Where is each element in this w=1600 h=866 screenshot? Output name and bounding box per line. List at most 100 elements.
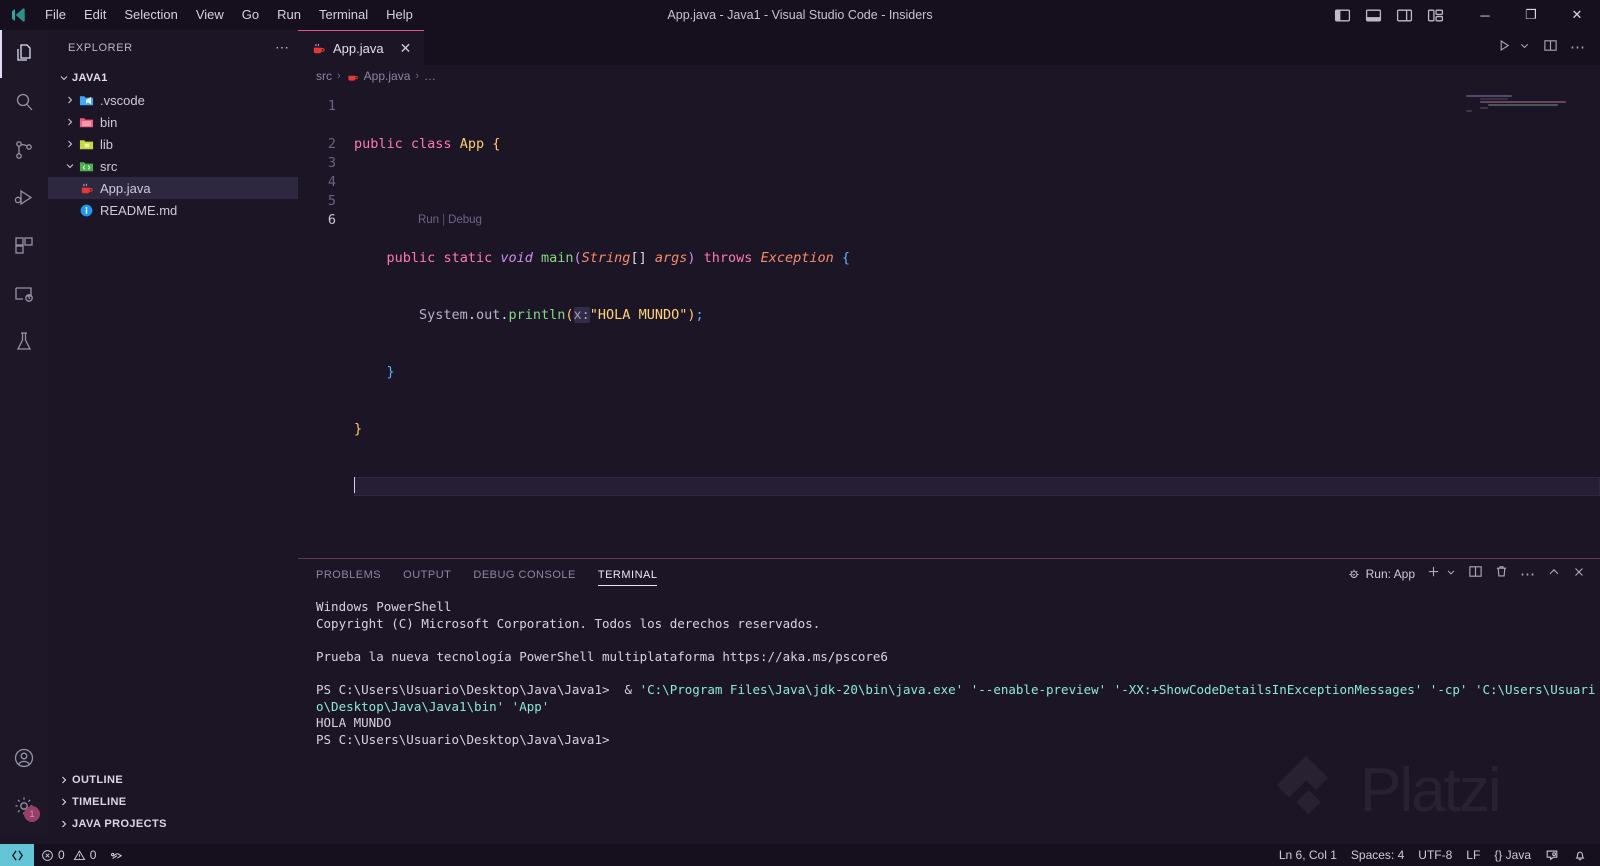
close-button[interactable]: ✕ <box>1554 0 1600 30</box>
file-tree: JAVA1 .vscode bin lib src App.java READM… <box>48 65 298 769</box>
split-editor-icon[interactable] <box>1543 38 1558 58</box>
breadcrumb-symbol[interactable]: … <box>424 69 436 83</box>
chevron-right-icon <box>62 92 78 108</box>
more-actions-icon[interactable]: ⋯ <box>1520 567 1536 582</box>
panel-tab-output[interactable]: OUTPUT <box>403 563 451 586</box>
menu-selection[interactable]: Selection <box>115 3 186 27</box>
terminal-text: Prueba la nueva tecnología PowerShell mu… <box>316 648 888 664</box>
feedback-button[interactable] <box>1538 844 1566 866</box>
chevron-down-icon[interactable] <box>1445 565 1457 583</box>
sidebar-more-actions-icon[interactable]: ⋯ <box>275 39 290 56</box>
language-mode-status[interactable]: {} Java <box>1487 844 1538 866</box>
indentation-status[interactable]: Spaces: 4 <box>1344 844 1411 866</box>
section-label: OUTLINE <box>72 774 124 786</box>
code-token: throws <box>703 250 753 266</box>
split-terminal-icon[interactable] <box>1468 564 1483 584</box>
tab-close-icon[interactable]: ✕ <box>397 39 415 57</box>
more-actions-icon[interactable]: ⋯ <box>1570 40 1586 55</box>
code-token: static <box>443 250 493 266</box>
bell-icon <box>1575 851 1585 861</box>
menu-edit[interactable]: Edit <box>75 3 115 27</box>
toggle-panel-icon[interactable] <box>1365 7 1382 24</box>
activity-run-debug[interactable] <box>0 174 48 222</box>
toggle-secondary-sidebar-icon[interactable] <box>1396 7 1413 24</box>
close-panel-icon[interactable] <box>1572 565 1586 584</box>
code-content[interactable]: public class App { Run | Debug public stat… <box>354 87 1600 558</box>
tab-app-java[interactable]: App.java ✕ <box>298 30 425 65</box>
tree-item-bin[interactable]: bin <box>48 111 298 133</box>
eol-status[interactable]: LF <box>1459 844 1487 866</box>
section-label: TIMELINE <box>72 796 127 808</box>
code-token: x: <box>573 307 590 323</box>
activity-manage-settings[interactable]: 1 <box>0 782 48 830</box>
vscode-folder-icon <box>78 92 94 108</box>
beaker-icon <box>16 332 32 350</box>
tree-item-src[interactable]: src <box>48 155 298 177</box>
encoding-status[interactable]: UTF-8 <box>1411 844 1459 866</box>
new-terminal-icon[interactable] <box>1426 564 1441 584</box>
tree-item-vscode[interactable]: .vscode <box>48 89 298 111</box>
activity-explorer[interactable] <box>0 30 48 78</box>
run-icon[interactable] <box>1497 38 1512 58</box>
panel-tab-debug-console[interactable]: DEBUG CONSOLE <box>473 563 575 586</box>
maximize-panel-icon[interactable] <box>1547 565 1561 584</box>
codelens-run[interactable]: Run <box>418 214 439 226</box>
maximize-button[interactable]: ❐ <box>1508 0 1554 30</box>
kill-terminal-icon[interactable] <box>1494 564 1509 584</box>
tree-item-app-java[interactable]: App.java <box>48 177 298 199</box>
code-token: Exception <box>760 250 834 266</box>
code-editor[interactable]: 1 2 3 4 5 6 public class App { Run | Debug… <box>298 87 1600 558</box>
code-token: System <box>419 307 468 323</box>
tree-label: lib <box>100 136 114 152</box>
terminal-output[interactable]: Windows PowerShell Copyright (C) Microsof… <box>298 589 1600 836</box>
activity-testing[interactable] <box>0 318 48 366</box>
activity-source-control[interactable] <box>0 126 48 174</box>
customize-layout-icon[interactable] <box>1427 7 1444 24</box>
notifications-button[interactable] <box>1566 844 1594 866</box>
toggle-primary-sidebar-icon[interactable] <box>1334 7 1351 24</box>
chevron-right-icon <box>56 772 72 788</box>
activity-extensions[interactable] <box>0 222 48 270</box>
menu-file[interactable]: File <box>36 3 75 27</box>
code-line-6-active <box>354 477 1600 496</box>
code-token: { <box>492 136 501 152</box>
breadcrumb-app-java[interactable]: App.java <box>346 69 410 83</box>
panel-tab-problems[interactable]: PROBLEMS <box>316 563 381 586</box>
remote-window-button[interactable] <box>0 844 34 866</box>
activity-accounts[interactable] <box>0 734 48 782</box>
menu-help[interactable]: Help <box>377 3 422 27</box>
menu-view[interactable]: View <box>187 3 233 27</box>
menu-terminal[interactable]: Terminal <box>310 3 377 27</box>
sidebar-section-outline[interactable]: OUTLINE <box>48 769 298 791</box>
ports-status[interactable] <box>103 844 131 866</box>
settings-badge: 1 <box>24 806 40 822</box>
codelens-debug[interactable]: Debug <box>448 214 482 226</box>
menu-go[interactable]: Go <box>233 3 268 27</box>
terminal-selector[interactable]: Run: App <box>1347 567 1415 581</box>
bin-folder-icon <box>78 114 94 130</box>
tree-label: bin <box>100 114 118 130</box>
tree-item-lib[interactable]: lib <box>48 133 298 155</box>
menu-run[interactable]: Run <box>268 3 310 27</box>
account-icon <box>14 748 34 768</box>
activity-remote-explorer[interactable] <box>0 270 48 318</box>
sidebar-header: EXPLORER ⋯ <box>48 30 298 65</box>
tree-item-java1[interactable]: JAVA1 <box>48 67 298 89</box>
activity-search[interactable] <box>0 78 48 126</box>
tree-item-readme[interactable]: README.md <box>48 199 298 221</box>
breadcrumb-separator: › <box>415 70 420 82</box>
problems-status[interactable]: 0 0 <box>34 844 103 866</box>
chevron-down-icon[interactable] <box>1518 39 1531 57</box>
sidebar-section-timeline[interactable]: TIMELINE <box>48 791 298 813</box>
minimize-button[interactable]: ─ <box>1462 0 1508 30</box>
breadcrumb-src[interactable]: src <box>316 69 332 83</box>
minimap[interactable] <box>1466 95 1586 135</box>
cursor-position-status[interactable]: Ln 6, Col 1 <box>1272 844 1344 866</box>
panel-tab-terminal[interactable]: TERMINAL <box>597 563 658 586</box>
tree-label: JAVA1 <box>72 72 108 84</box>
chevron-down-icon <box>62 158 78 174</box>
source-control-icon <box>16 141 32 159</box>
terminal-line: Copyright (C) Microsoft Corporation. Tod… <box>316 616 1600 633</box>
sidebar-section-java-projects[interactable]: JAVA PROJECTS <box>48 813 298 835</box>
terminal-selector-label: Run: App <box>1365 567 1415 581</box>
